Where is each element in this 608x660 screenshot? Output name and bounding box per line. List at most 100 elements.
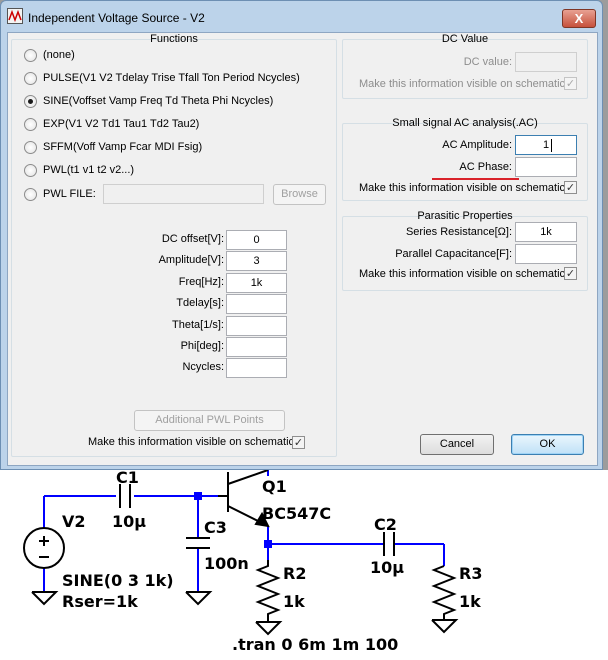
v2-function: SINE(0 3 1k) — [62, 571, 174, 590]
functions-visible-label: Make this information visible on schemat… — [88, 436, 298, 448]
ac-visible-checkbox[interactable]: ✓ — [564, 181, 577, 194]
ac-analysis-group-title: Small signal AC analysis(.AC) — [392, 117, 538, 129]
parasitic-visible-label: Make this information visible on schemat… — [359, 268, 569, 280]
ncycles-input[interactable] — [226, 358, 287, 378]
radio-sine[interactable]: SINE(Voffset Vamp Freq Td Theta Phi Ncyc… — [24, 93, 273, 109]
c1-label: C1 — [116, 468, 139, 487]
radio-pwl-file-circle[interactable] — [24, 187, 37, 201]
parasitic-visible-checkbox[interactable]: ✓ — [564, 267, 577, 280]
browse-button[interactable]: Browse — [273, 184, 326, 205]
resistor-r3[interactable] — [431, 565, 457, 620]
tdelay-label: Tdelay[s]: — [176, 297, 224, 309]
dc-value-visible-label: Make this information visible on schemat… — [359, 78, 569, 90]
c3-label: C3 — [204, 518, 227, 537]
radio-pwl[interactable]: PWL(t1 v1 t2 v2...) — [24, 162, 134, 178]
c2-label: C2 — [374, 515, 397, 534]
series-resistance-input[interactable]: 1k — [515, 222, 577, 242]
q1-model: BC547C — [262, 504, 331, 523]
radio-pwl-file[interactable]: PWL FILE: — [24, 186, 96, 202]
capacitor-c1[interactable] — [119, 484, 131, 508]
c2-value: 10µ — [370, 558, 404, 577]
radio-pulse[interactable]: PULSE(V1 V2 Tdelay Trise Tfall Ton Perio… — [24, 70, 300, 86]
ac-amplitude-value: 1 — [542, 139, 550, 151]
functions-visible-checkbox[interactable]: ✓ — [292, 436, 305, 449]
dc-offset-label: DC offset[V]: — [161, 233, 224, 245]
ncycles-label: Ncycles: — [182, 361, 224, 373]
ac-amplitude-highlight — [432, 178, 519, 180]
radio-pwl-file-label: PWL FILE: — [43, 188, 96, 200]
phi-label: Phi[deg]: — [180, 340, 224, 352]
dc-value-group-title: DC Value — [441, 33, 489, 45]
radio-exp-circle[interactable] — [24, 117, 37, 131]
window-title: Independent Voltage Source - V2 — [28, 11, 205, 25]
checkmark-icon: ✓ — [565, 181, 576, 194]
additional-pwl-points-button[interactable]: Additional PWL Points — [134, 410, 285, 431]
parasitic-group-title: Parasitic Properties — [417, 210, 513, 222]
checkmark-icon: ✓ — [293, 436, 304, 449]
close-button[interactable]: X — [562, 9, 596, 28]
tdelay-input[interactable] — [226, 294, 287, 314]
ac-amplitude-input[interactable]: 1 — [515, 135, 577, 155]
ok-button[interactable]: OK — [511, 434, 584, 455]
checkmark-icon: ✓ — [565, 77, 576, 90]
r3-label: R3 — [459, 564, 482, 583]
radio-sine-label: SINE(Voffset Vamp Freq Td Theta Phi Ncyc… — [43, 95, 274, 107]
dc-value-visible-checkbox[interactable]: ✓ — [564, 77, 577, 90]
dc-offset-input[interactable]: 0 — [226, 230, 287, 250]
dc-value-input[interactable] — [515, 52, 577, 72]
radio-sine-circle[interactable] — [24, 94, 37, 108]
title-bar[interactable]: Independent Voltage Source - V2 X — [1, 1, 602, 31]
resistor-r2[interactable] — [255, 560, 281, 622]
radio-sffm-circle[interactable] — [24, 140, 37, 154]
radio-sffm[interactable]: SFFM(Voff Vamp Fcar MDI Fsig) — [24, 139, 202, 155]
freq-label: Freq[Hz]: — [178, 276, 224, 288]
radio-sffm-label: SFFM(Voff Vamp Fcar MDI Fsig) — [43, 141, 203, 153]
r2-label: R2 — [283, 564, 306, 583]
ac-visible-label: Make this information visible on schemat… — [359, 182, 569, 194]
voltage-source-v2[interactable] — [23, 527, 65, 569]
cancel-button[interactable]: Cancel — [420, 434, 494, 455]
amplitude-input[interactable]: 3 — [226, 251, 287, 271]
amplitude-label: Amplitude[V]: — [158, 254, 224, 266]
v2-label: V2 — [62, 512, 86, 531]
ltspice-app-icon — [7, 8, 23, 24]
ac-phase-label: AC Phase: — [459, 161, 512, 173]
parallel-capacitance-input[interactable] — [515, 244, 577, 264]
radio-none[interactable]: (none) — [24, 47, 75, 63]
checkmark-icon: ✓ — [565, 267, 576, 280]
theta-label: Theta[1/s]: — [172, 319, 224, 331]
dc-value-label: DC value: — [463, 56, 512, 68]
text-caret — [551, 139, 552, 152]
pwl-file-input[interactable] — [103, 184, 264, 204]
radio-exp-label: EXP(V1 V2 Td1 Tau1 Td2 Tau2) — [43, 118, 200, 130]
v2-rser: Rser=1k — [62, 592, 138, 611]
r3-value: 1k — [459, 592, 481, 611]
dialog-client-area: Functions (none) PULSE(V1 V2 Tdelay Tris… — [7, 32, 598, 466]
close-icon: X — [574, 11, 584, 26]
freq-input[interactable]: 1k — [226, 273, 287, 293]
theta-input[interactable] — [226, 316, 287, 336]
radio-none-circle[interactable] — [24, 48, 37, 62]
functions-group-title: Functions — [150, 33, 198, 45]
c1-value: 10µ — [112, 512, 146, 531]
radio-pulse-label: PULSE(V1 V2 Tdelay Trise Tfall Ton Perio… — [43, 72, 300, 84]
capacitor-c2[interactable] — [383, 532, 395, 556]
parallel-capacitance-label: Parallel Capacitance[F]: — [395, 248, 512, 260]
r2-value: 1k — [283, 592, 305, 611]
ac-amplitude-label: AC Amplitude: — [442, 139, 512, 151]
junction-dot — [264, 540, 272, 548]
radio-none-label: (none) — [43, 49, 75, 61]
radio-pwl-label: PWL(t1 v1 t2 v2...) — [43, 164, 135, 176]
tran-directive[interactable]: .tran 0 6m 1m 100 — [232, 635, 398, 654]
radio-pwl-circle[interactable] — [24, 163, 37, 177]
capacitor-c3[interactable] — [186, 537, 210, 549]
ac-phase-input[interactable] — [515, 157, 577, 177]
series-resistance-label: Series Resistance[Ω]: — [405, 226, 512, 238]
radio-exp[interactable]: EXP(V1 V2 Td1 Tau1 Td2 Tau2) — [24, 116, 199, 132]
junction-dot — [194, 492, 202, 500]
q1-label: Q1 — [262, 477, 287, 496]
c3-value: 100n — [204, 554, 249, 573]
dialog-window: Independent Voltage Source - V2 X Functi… — [0, 0, 603, 470]
radio-pulse-circle[interactable] — [24, 71, 37, 85]
phi-input[interactable] — [226, 337, 287, 357]
